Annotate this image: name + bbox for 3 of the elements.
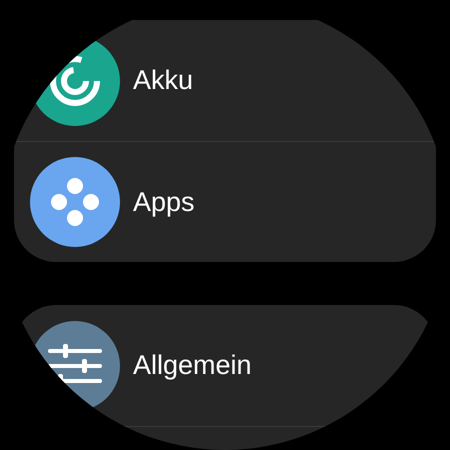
- setting-label[interactable]: Apps: [133, 182, 195, 222]
- setting-label[interactable]: Akku: [133, 60, 194, 101]
- setting-label[interactable]: Allgemein: [133, 345, 252, 386]
